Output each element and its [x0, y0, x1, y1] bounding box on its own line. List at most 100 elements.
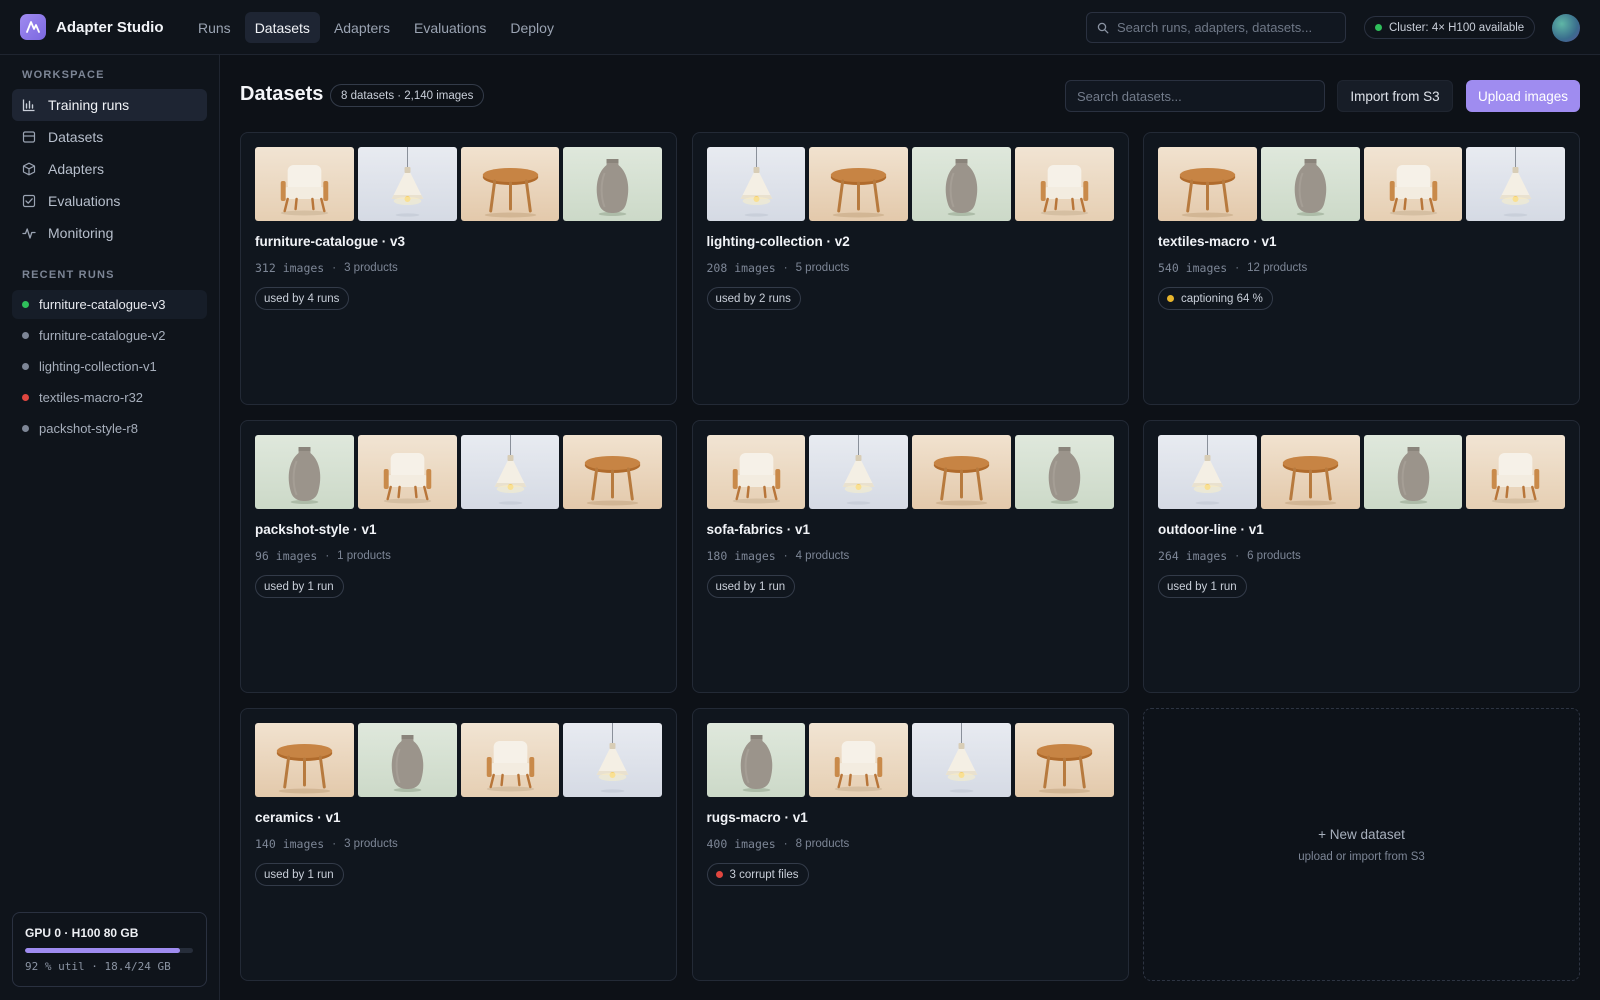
dataset-meta: 180 images · 4 products — [706, 549, 850, 563]
vase-thumbnail[interactable] — [1260, 147, 1360, 221]
recent-run-item[interactable]: lighting-collection-v1 — [12, 352, 207, 381]
table-thumbnail[interactable] — [1014, 723, 1114, 797]
image-count: 400 images — [706, 837, 776, 851]
sidebar-item-training-runs[interactable]: Training runs — [12, 89, 207, 121]
upload-images-button[interactable]: Upload images — [1466, 80, 1580, 112]
thumbnail-strip — [1158, 147, 1565, 221]
sidebar: WORKSPACE Training runs Datasets Adapter… — [0, 55, 220, 1000]
gpu-status-card: GPU 0 · H100 80 GB 92 % util · 18.4/24 G… — [12, 912, 207, 987]
dataset-status-badge: used by 1 run — [255, 575, 344, 598]
cluster-status-label: Cluster: 4× H100 available — [1389, 21, 1525, 34]
recent-run-item[interactable]: furniture-catalogue-v2 — [12, 321, 207, 350]
dataset-name: rugs-macro · v1 — [706, 810, 808, 825]
image-count: 208 images — [706, 261, 776, 275]
thumbnail-strip — [255, 147, 662, 221]
table-thumbnail[interactable] — [563, 435, 662, 509]
lamp-thumbnail[interactable] — [563, 723, 662, 797]
table-thumbnail[interactable] — [912, 435, 1011, 509]
vase-thumbnail[interactable] — [255, 435, 354, 509]
user-avatar[interactable] — [1552, 14, 1580, 42]
product-count: 3 products — [344, 838, 398, 850]
vase-thumbnail[interactable] — [563, 147, 662, 221]
lamp-thumbnail[interactable] — [809, 435, 908, 509]
dataset-card[interactable]: packshot-style · v1 96 images · 1 products… — [240, 420, 677, 693]
nav-evaluations[interactable]: Evaluations — [404, 12, 496, 43]
dataset-card[interactable]: ceramics · v1 140 images · 3 products used… — [240, 708, 677, 981]
status-text: 3 corrupt files — [729, 868, 799, 881]
thumbnail-strip — [706, 147, 1114, 221]
dataset-name: sofa-fabrics · v1 — [706, 522, 811, 537]
vase-thumbnail[interactable] — [1363, 435, 1463, 509]
dataset-card[interactable]: sofa-fabrics · v1 180 images · 4 products … — [691, 420, 1129, 693]
product-count: 12 products — [1247, 262, 1308, 274]
sidebar-item-label: Datasets — [48, 129, 104, 145]
gpu-subtitle: 92 % util · 18.4/24 GB — [25, 960, 171, 973]
search-icon — [1097, 22, 1109, 33]
table-thumbnail[interactable] — [1158, 147, 1257, 221]
table-thumbnail[interactable] — [1260, 435, 1360, 509]
sidebar-item-monitoring[interactable]: Monitoring — [12, 217, 207, 249]
lamp-thumbnail[interactable] — [706, 147, 806, 221]
chair-thumbnail[interactable] — [357, 435, 457, 509]
global-search-input[interactable] — [1117, 20, 1337, 35]
chair-thumbnail[interactable] — [1014, 147, 1114, 221]
product-count: 6 products — [1247, 550, 1301, 562]
lamp-thumbnail[interactable] — [1466, 147, 1565, 221]
recent-run-item[interactable]: packshot-style-r8 — [12, 414, 207, 443]
dataset-card[interactable]: furniture-catalogue · v3 312 images · 3 pr… — [240, 132, 677, 405]
top-nav: Runs Datasets Adapters Evaluations Deplo… — [188, 12, 568, 43]
image-count: 540 images — [1158, 261, 1228, 275]
table-thumbnail[interactable] — [255, 723, 354, 797]
dataset-card[interactable]: rugs-macro · v1 400 images · 8 products 3 … — [691, 708, 1129, 981]
dataset-meta: 96 images · 1 products — [255, 549, 391, 563]
dataset-meta: 140 images · 3 products — [255, 837, 398, 851]
image-count: 96 images — [255, 549, 318, 563]
chair-thumbnail[interactable] — [1363, 147, 1463, 221]
chair-thumbnail[interactable] — [460, 723, 560, 797]
chair-thumbnail[interactable] — [255, 147, 354, 221]
sidebar-item-datasets[interactable]: Datasets — [12, 121, 207, 153]
status-text: used by 1 run — [1167, 580, 1237, 593]
vase-thumbnail[interactable] — [912, 147, 1011, 221]
thumbnail-strip — [706, 435, 1114, 509]
brand[interactable]: Adapter Studio — [20, 14, 164, 40]
sidebar-item-evaluations[interactable]: Evaluations — [12, 185, 207, 217]
lamp-thumbnail[interactable] — [912, 723, 1011, 797]
lamp-thumbnail[interactable] — [357, 147, 457, 221]
new-dataset-title: + New dataset — [1318, 826, 1405, 842]
cluster-status-badge[interactable]: Cluster: 4× H100 available — [1364, 16, 1536, 39]
import-from-s3-button[interactable]: Import from S3 — [1337, 80, 1453, 112]
nav-deploy[interactable]: Deploy — [500, 12, 564, 43]
dataset-card[interactable]: lighting-collection · v2 208 images · 5 pr… — [691, 132, 1129, 405]
dataset-status-badge: 3 corrupt files — [706, 863, 809, 886]
table-thumbnail[interactable] — [809, 147, 908, 221]
activity-icon — [22, 228, 36, 239]
chair-thumbnail[interactable] — [1466, 435, 1565, 509]
product-count: 8 products — [795, 838, 850, 850]
recent-run-item[interactable]: furniture-catalogue-v3 — [12, 290, 207, 319]
dataset-card[interactable]: outdoor-line · v1 264 images · 6 products … — [1143, 420, 1580, 693]
dataset-card[interactable]: textiles-macro · v1 540 images · 12 produc… — [1143, 132, 1580, 405]
recent-run-item[interactable]: textiles-macro-r32 — [12, 383, 207, 412]
vase-thumbnail[interactable] — [706, 723, 806, 797]
dataset-meta: 400 images · 8 products — [706, 837, 850, 851]
global-search[interactable] — [1086, 12, 1346, 43]
nav-runs[interactable]: Runs — [188, 12, 241, 43]
lamp-thumbnail[interactable] — [460, 435, 560, 509]
vase-thumbnail[interactable] — [357, 723, 457, 797]
image-count: 264 images — [1158, 549, 1228, 563]
dataset-name: textiles-macro · v1 — [1158, 234, 1277, 249]
chair-thumbnail[interactable] — [706, 435, 806, 509]
new-dataset-card[interactable]: + New dataset upload or import from S3 — [1143, 708, 1580, 981]
vase-thumbnail[interactable] — [1014, 435, 1114, 509]
image-count: 180 images — [706, 549, 776, 563]
dataset-search-input[interactable] — [1065, 80, 1325, 112]
table-thumbnail[interactable] — [460, 147, 560, 221]
lamp-thumbnail[interactable] — [1158, 435, 1257, 509]
workspace-heading: WORKSPACE — [22, 69, 105, 81]
nav-datasets[interactable]: Datasets — [244, 12, 320, 43]
dataset-meta: 312 images · 3 products — [255, 261, 398, 275]
sidebar-item-adapters[interactable]: Adapters — [12, 153, 207, 185]
nav-adapters[interactable]: Adapters — [324, 12, 400, 43]
chair-thumbnail[interactable] — [809, 723, 908, 797]
